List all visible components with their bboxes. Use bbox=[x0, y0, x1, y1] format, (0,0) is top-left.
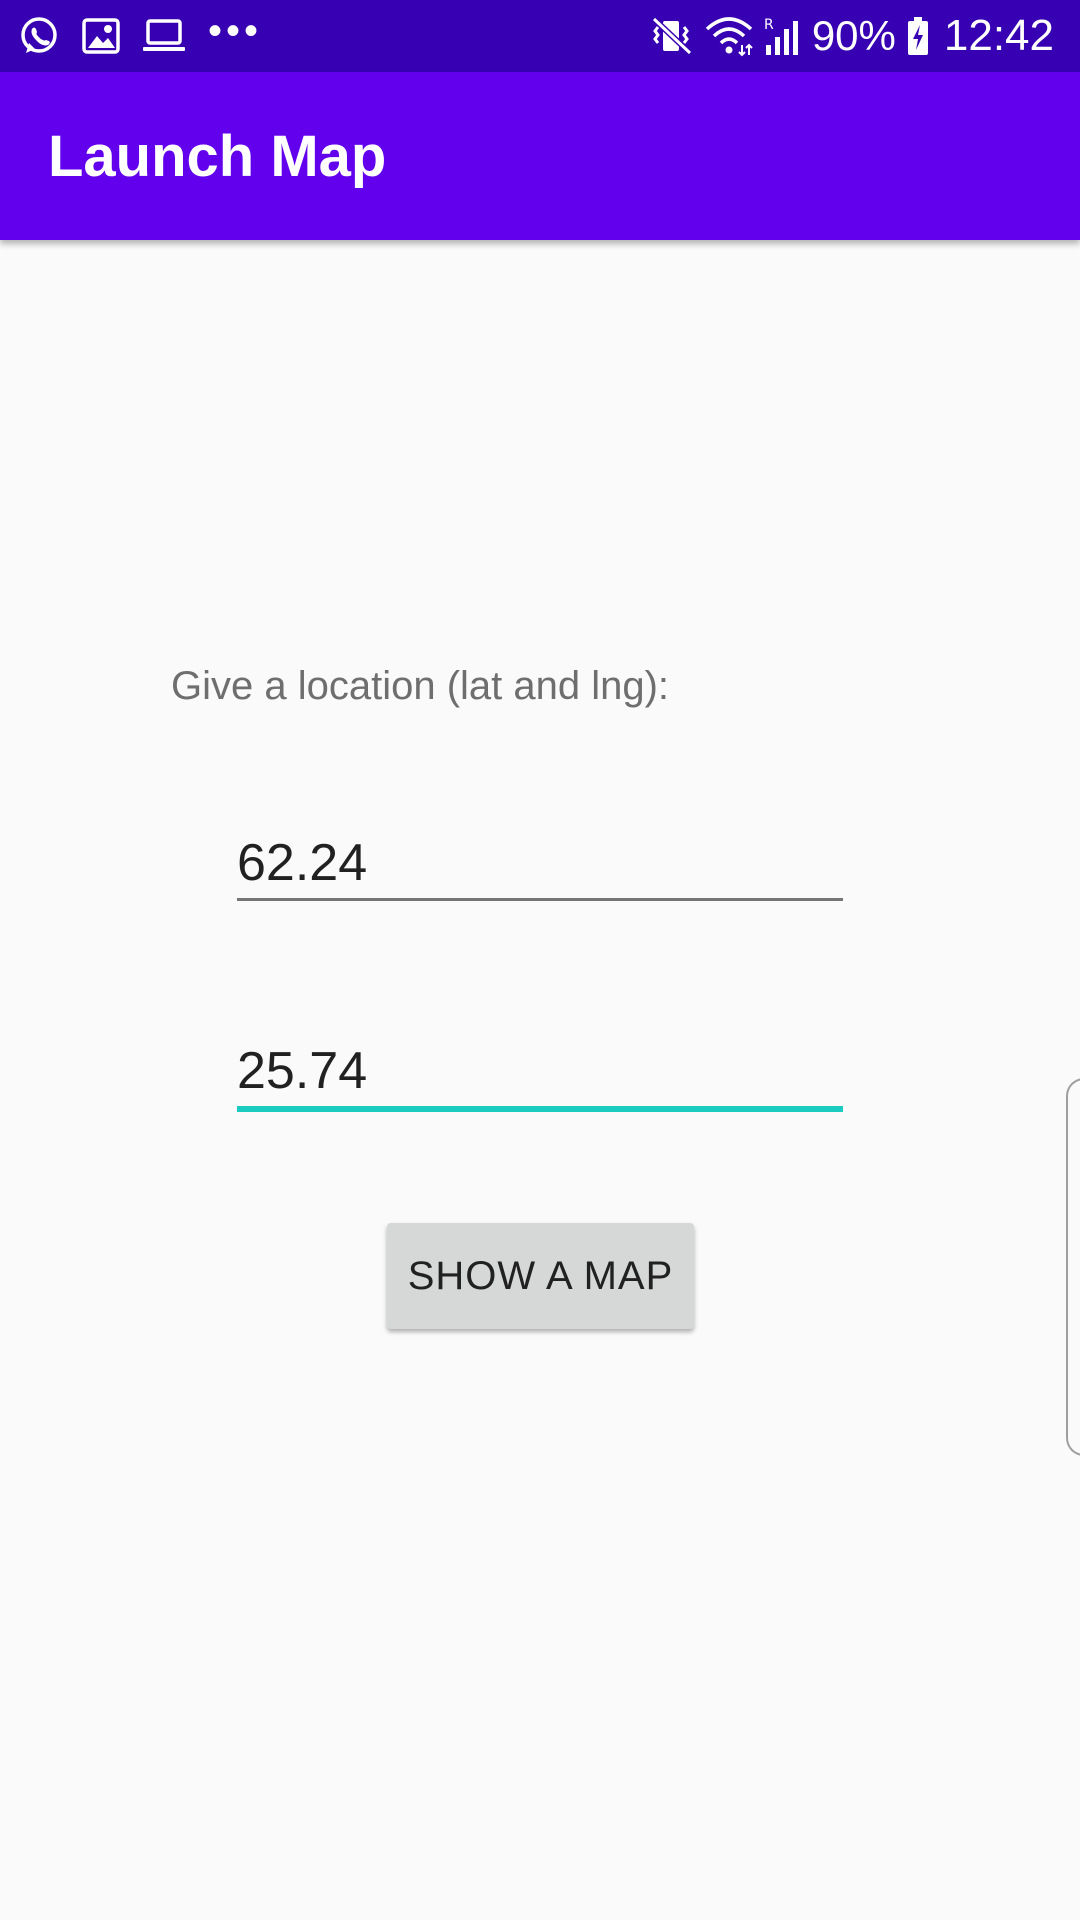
latitude-field[interactable] bbox=[237, 826, 843, 906]
wifi-icon bbox=[704, 15, 754, 57]
battery-percent: 90% bbox=[811, 12, 896, 59]
battery-charging-icon bbox=[906, 15, 930, 57]
longitude-underline-focused bbox=[237, 1106, 843, 1112]
vibrate-icon bbox=[650, 15, 694, 57]
image-icon bbox=[82, 18, 120, 54]
svg-text:R: R bbox=[764, 17, 774, 33]
signal-icon: R bbox=[764, 15, 802, 57]
app-title: Launch Map bbox=[48, 123, 387, 189]
more-notifications-icon: ••• bbox=[208, 9, 263, 53]
status-time: 12:42 bbox=[943, 11, 1054, 60]
status-bar: ••• R 90% 12:42 bbox=[0, 0, 1080, 72]
whatsapp-icon bbox=[18, 15, 60, 57]
laptop-icon bbox=[142, 18, 186, 54]
screen: ••• R 90% 12:42 Launch Map Give a locati… bbox=[0, 0, 1080, 1920]
edge-panel-handle[interactable] bbox=[1066, 1078, 1080, 1456]
app-bar: Launch Map bbox=[0, 72, 1080, 240]
location-prompt-label: Give a location (lat and lng): bbox=[171, 664, 670, 708]
latitude-underline bbox=[237, 898, 843, 901]
longitude-field[interactable] bbox=[237, 1034, 843, 1114]
latitude-input[interactable] bbox=[237, 826, 843, 900]
show-map-button[interactable]: SHOW A MAP bbox=[387, 1223, 694, 1329]
status-bar-notifications: ••• bbox=[18, 0, 262, 72]
longitude-input[interactable] bbox=[237, 1034, 843, 1108]
status-bar-system: R 90% 12:42 bbox=[650, 0, 1054, 72]
